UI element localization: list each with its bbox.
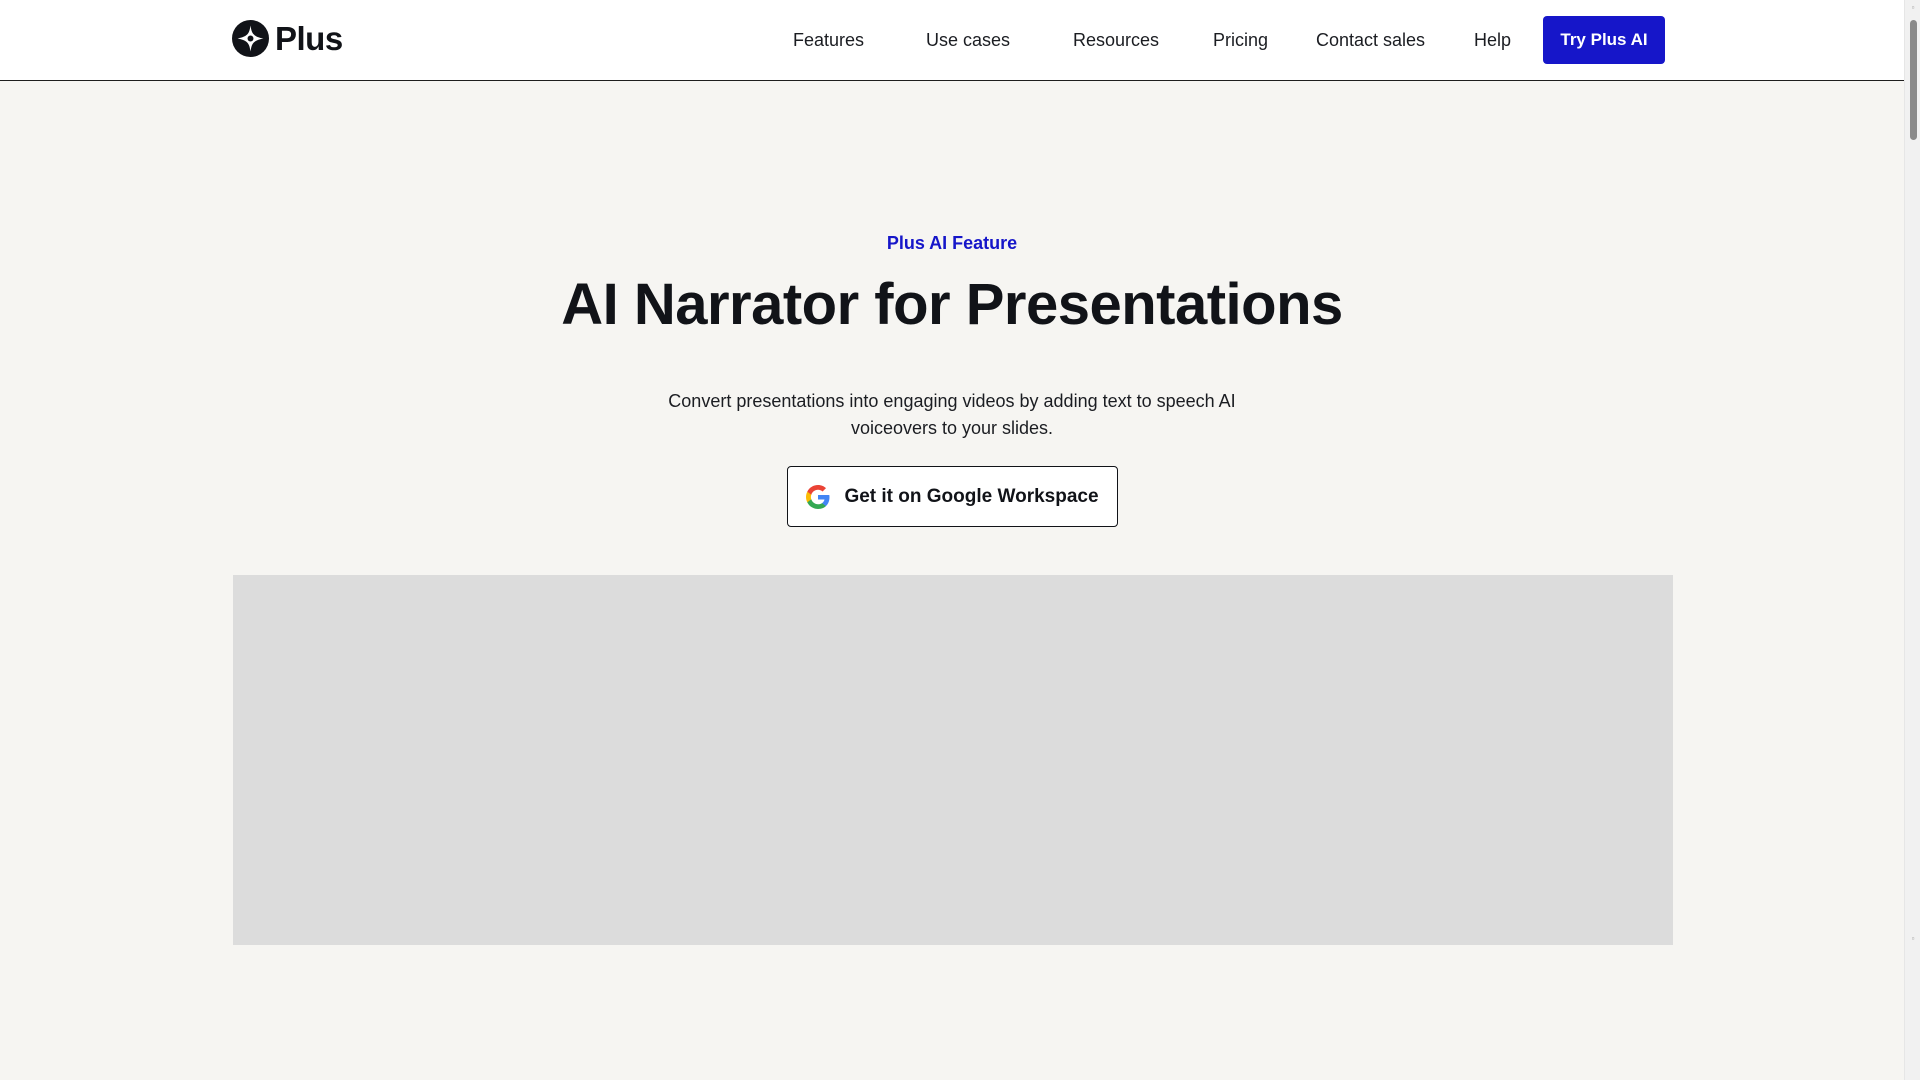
nav-contact-sales[interactable]: Contact sales <box>1316 28 1425 52</box>
try-plus-ai-button[interactable]: Try Plus AI <box>1543 16 1665 64</box>
page-scrollbar[interactable]: ▫ ▫ <box>1904 0 1920 1080</box>
scroll-up-arrow-icon[interactable]: ▫ <box>1909 4 1917 12</box>
google-workspace-button[interactable]: Get it on Google Workspace <box>787 466 1118 527</box>
nav-help[interactable]: Help <box>1474 28 1511 52</box>
nav-resources[interactable]: Resources <box>1073 28 1159 52</box>
google-workspace-button-label: Get it on Google Workspace <box>844 485 1099 507</box>
nav-pricing[interactable]: Pricing <box>1213 28 1268 52</box>
page-title: AI Narrator for Presentations <box>561 272 1343 337</box>
nav-features[interactable]: Features <box>793 28 864 52</box>
scrollbar-thumb[interactable] <box>1910 20 1917 140</box>
google-icon <box>806 484 830 509</box>
nav-use-cases[interactable]: Use cases <box>926 28 1010 52</box>
video-placeholder <box>233 575 1673 945</box>
site-header: Plus Features Use cases Resources Pricin… <box>0 0 1904 81</box>
hero-subtitle: Convert presentations into engaging vide… <box>668 391 1236 438</box>
scroll-down-arrow-icon[interactable]: ▫ <box>1909 935 1917 943</box>
feature-eyebrow: Plus AI Feature <box>886 233 1018 253</box>
